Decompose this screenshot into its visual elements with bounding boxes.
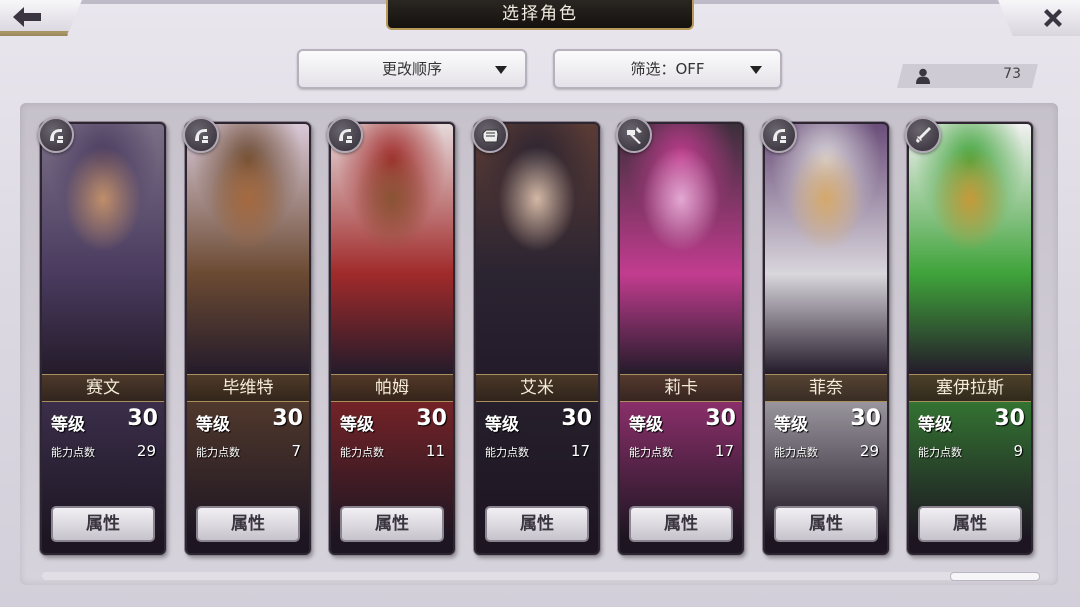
hammer-icon-glyph bbox=[627, 127, 642, 144]
ability-points-value: 11 bbox=[425, 442, 445, 460]
claw-weapon-icon-glyph bbox=[773, 129, 786, 143]
ability-points-value: 17 bbox=[570, 442, 590, 460]
character-name: 莉卡 bbox=[620, 374, 742, 402]
attributes-button[interactable]: 属性 bbox=[774, 506, 878, 542]
attributes-button[interactable]: 属性 bbox=[196, 506, 300, 542]
ability-points-label: 能力点数 bbox=[629, 446, 673, 459]
attributes-button[interactable]: 属性 bbox=[918, 506, 1022, 542]
claw-weapon-icon bbox=[38, 117, 74, 153]
person-icon bbox=[916, 68, 930, 84]
sword-icon bbox=[905, 117, 941, 153]
sort-order-label: 更改顺序 bbox=[381, 60, 442, 78]
ability-points-value: 7 bbox=[291, 442, 301, 460]
level-label: 等级 bbox=[51, 415, 85, 435]
level-value: 30 bbox=[705, 406, 736, 431]
character-name: 塞伊拉斯 bbox=[909, 374, 1031, 402]
level-label: 等级 bbox=[340, 415, 374, 435]
close-button[interactable] bbox=[998, 0, 1080, 36]
close-icon bbox=[1044, 9, 1062, 27]
ability-points-label: 能力点数 bbox=[340, 446, 384, 459]
back-arrow-icon bbox=[13, 7, 41, 27]
attributes-button[interactable]: 属性 bbox=[340, 506, 444, 542]
chevron-down-icon bbox=[750, 66, 762, 74]
character-name: 帕姆 bbox=[331, 374, 453, 402]
ability-points-value: 29 bbox=[859, 442, 879, 460]
claw-weapon-icon bbox=[183, 117, 219, 153]
character-portrait[interactable] bbox=[42, 124, 164, 374]
character-name: 艾米 bbox=[476, 374, 598, 402]
ability-points-label: 能力点数 bbox=[51, 446, 95, 459]
chevron-down-icon bbox=[495, 66, 507, 74]
character-card[interactable]: 艾米 等级 30 能力点数 17 属性 bbox=[474, 122, 600, 555]
character-card[interactable]: 塞伊拉斯 等级 30 能力点数 9 属性 bbox=[907, 122, 1033, 555]
top-divider-right bbox=[694, 0, 1000, 4]
character-portrait[interactable] bbox=[476, 124, 598, 374]
top-bar: 选择角色 bbox=[0, 0, 1080, 36]
fist-icon bbox=[472, 117, 508, 153]
filter-label: 筛选：OFF bbox=[630, 60, 705, 78]
character-card[interactable]: 毕维特 等级 30 能力点数 7 属性 bbox=[185, 122, 311, 555]
sword-icon-glyph bbox=[916, 127, 931, 143]
ability-points-value: 29 bbox=[136, 442, 156, 460]
claw-weapon-icon bbox=[327, 117, 363, 153]
attributes-button[interactable]: 属性 bbox=[629, 506, 733, 542]
ability-points-label: 能力点数 bbox=[774, 446, 818, 459]
character-portrait[interactable] bbox=[187, 124, 309, 374]
level-label: 等级 bbox=[485, 415, 519, 435]
level-value: 30 bbox=[994, 406, 1025, 431]
character-portrait[interactable] bbox=[765, 124, 887, 374]
level-value: 30 bbox=[127, 406, 158, 431]
level-label: 等级 bbox=[774, 415, 808, 435]
claw-weapon-icon-glyph bbox=[50, 129, 63, 143]
ability-points-label: 能力点数 bbox=[485, 446, 529, 459]
ability-points-label: 能力点数 bbox=[196, 446, 240, 459]
scrollbar-track[interactable] bbox=[42, 572, 1038, 580]
back-button[interactable] bbox=[0, 0, 82, 36]
character-card[interactable]: 赛文 等级 30 能力点数 29 属性 bbox=[40, 122, 166, 555]
ability-points-value: 17 bbox=[714, 442, 734, 460]
character-count-value: 73 bbox=[1003, 66, 1021, 82]
ability-points-label: 能力点数 bbox=[918, 446, 962, 459]
character-count: 73 bbox=[900, 64, 1035, 88]
character-card[interactable]: 帕姆 等级 30 能力点数 11 属性 bbox=[329, 122, 455, 555]
claw-weapon-icon bbox=[761, 117, 797, 153]
level-label: 等级 bbox=[629, 415, 663, 435]
level-value: 30 bbox=[416, 406, 447, 431]
page-title: 选择角色 bbox=[386, 0, 694, 30]
level-value: 30 bbox=[850, 406, 881, 431]
scrollbar-thumb[interactable] bbox=[950, 572, 1040, 581]
character-portrait[interactable] bbox=[331, 124, 453, 374]
hammer-icon bbox=[616, 117, 652, 153]
character-card[interactable]: 莉卡 等级 30 能力点数 17 属性 bbox=[618, 122, 744, 555]
filter-dropdown[interactable]: 筛选：OFF bbox=[553, 49, 782, 89]
fist-icon-glyph bbox=[482, 129, 499, 143]
attributes-button[interactable]: 属性 bbox=[51, 506, 155, 542]
character-portrait[interactable] bbox=[909, 124, 1031, 374]
character-portrait[interactable] bbox=[620, 124, 742, 374]
character-card[interactable]: 菲奈 等级 30 能力点数 29 属性 bbox=[763, 122, 889, 555]
level-value: 30 bbox=[561, 406, 592, 431]
claw-weapon-icon-glyph bbox=[195, 129, 208, 143]
claw-weapon-icon-glyph bbox=[339, 129, 352, 143]
character-name: 赛文 bbox=[42, 374, 164, 402]
character-name: 毕维特 bbox=[187, 374, 309, 402]
ability-points-value: 9 bbox=[1013, 442, 1023, 460]
character-name: 菲奈 bbox=[765, 374, 887, 402]
attributes-button[interactable]: 属性 bbox=[485, 506, 589, 542]
level-value: 30 bbox=[272, 406, 303, 431]
level-label: 等级 bbox=[196, 415, 230, 435]
level-label: 等级 bbox=[918, 415, 952, 435]
top-divider-left bbox=[80, 0, 386, 4]
sort-order-dropdown[interactable]: 更改顺序 bbox=[297, 49, 527, 89]
